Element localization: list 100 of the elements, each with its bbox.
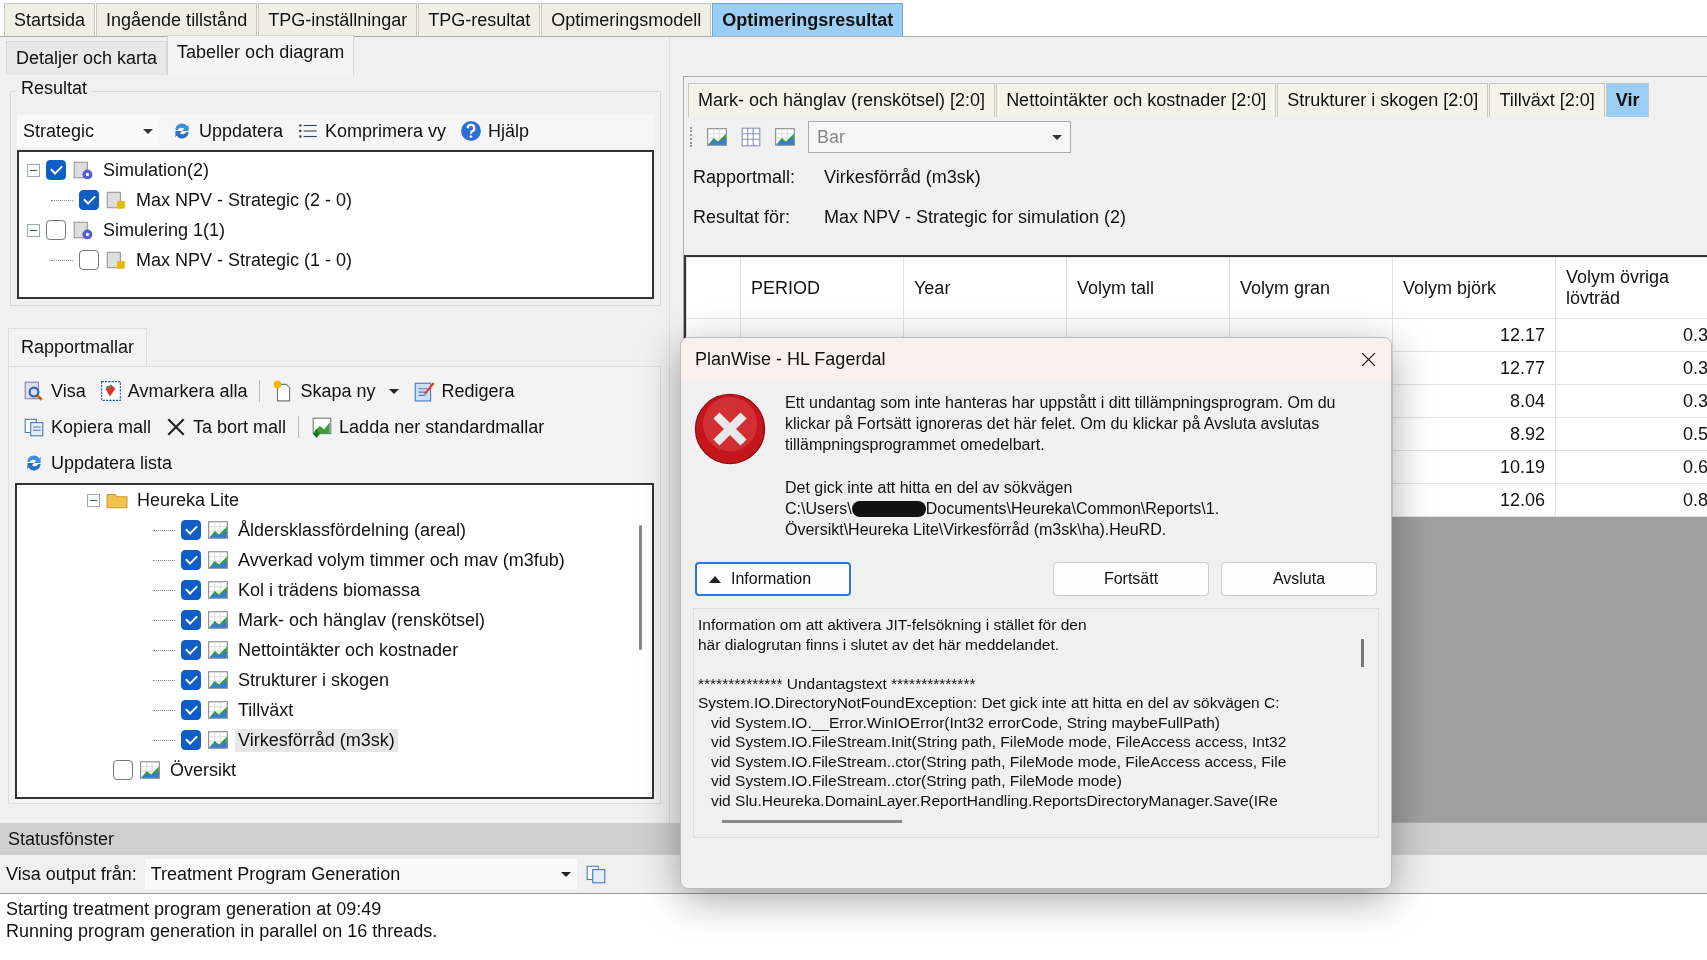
details-button[interactable]: Information	[695, 562, 851, 596]
column-header: Volym tall	[1066, 257, 1230, 319]
toolbar-button[interactable]: Visa	[21, 378, 88, 404]
toolbar-button[interactable]: Redigera	[411, 378, 517, 404]
checkbox[interactable]	[46, 160, 66, 180]
report-tab[interactable]: Strukturer i skogen [2:0]	[1277, 83, 1489, 117]
checkbox[interactable]	[79, 250, 99, 270]
tree-item[interactable]: Simulation(2)	[100, 158, 213, 182]
main-tab[interactable]: TPG-inställningar	[258, 3, 418, 36]
checkbox[interactable]	[181, 670, 201, 690]
main-tab[interactable]: TPG-resultat	[418, 3, 541, 36]
collapse-toggle[interactable]	[27, 163, 40, 177]
main-tab[interactable]: Optimeringsmodell	[541, 3, 712, 36]
main-tab[interactable]: Ingående tillstånd	[96, 3, 258, 36]
toolbar-button[interactable]: Uppdatera lista	[21, 450, 175, 476]
checkbox[interactable]	[181, 730, 201, 750]
chart-icon	[207, 579, 229, 601]
checkbox[interactable]	[181, 700, 201, 720]
scrollbar[interactable]	[639, 525, 642, 650]
chart-icon	[706, 126, 728, 148]
main-tab[interactable]: Startsida	[4, 3, 96, 36]
checkbox[interactable]	[181, 580, 201, 600]
chart-icon	[207, 519, 229, 541]
edit-icon	[413, 380, 436, 402]
toolbar-button[interactable]: Ta bort mall	[163, 414, 289, 440]
close-icon[interactable]	[1360, 350, 1377, 368]
tree-item[interactable]: Åldersklassfördelning (areal)	[235, 518, 470, 542]
checkbox[interactable]	[181, 520, 201, 540]
main-tab[interactable]: Optimeringsresultat	[712, 3, 904, 36]
chart-icon	[774, 126, 796, 148]
tree-item[interactable]: Max NPV - Strategic (1 - 0)	[133, 248, 356, 272]
toolbar-button[interactable]: Ladda ner standardmallar	[309, 414, 547, 440]
info-label: Resultat för:	[693, 206, 792, 228]
tree-item[interactable]: Mark- och hänglav (renskötsel)	[235, 608, 489, 632]
path-text: C:\Users\	[785, 499, 852, 519]
sub-tab[interactable]: Detaljer och karta	[6, 41, 168, 75]
simulation-icon	[72, 219, 94, 241]
copy-icon[interactable]	[584, 863, 607, 885]
dialog-button[interactable]: Avsluta	[1221, 562, 1377, 596]
tree-item[interactable]: Virkesförråd (m3sk)	[235, 728, 398, 752]
dialog-title: PlanWise - HL Fagerdal	[695, 348, 886, 370]
toolbar-button[interactable]: Kopiera mall	[21, 414, 154, 440]
chart-icon	[207, 549, 229, 571]
tree-item[interactable]: Simulering 1(1)	[100, 218, 229, 242]
column-header: Year	[903, 257, 1067, 319]
tree-item[interactable]: Heureka Lite	[134, 488, 243, 512]
tree-item[interactable]: Översikt	[167, 758, 239, 782]
toolbar-button[interactable]: Skapa ny	[270, 378, 402, 404]
unmark-icon	[99, 380, 122, 402]
info-value: Max NPV - Strategic for simulation (2)	[824, 206, 1127, 228]
scrollbar[interactable]	[722, 820, 902, 823]
tree-item[interactable]: Max NPV - Strategic (2 - 0)	[133, 188, 356, 212]
dialog-button[interactable]: Fortsätt	[1053, 562, 1209, 596]
checkbox[interactable]	[181, 550, 201, 570]
tree-item[interactable]: Tillväxt	[235, 698, 297, 722]
report-tab[interactable]: Vir	[1605, 83, 1650, 117]
help-icon	[460, 120, 483, 142]
chart-icon	[207, 669, 229, 691]
toolbar-button[interactable]: Komprimera vy	[295, 118, 449, 144]
toolbar-button[interactable]: Uppdatera	[169, 118, 286, 144]
chart-icon	[207, 639, 229, 661]
toolbar-button[interactable]: Hjälp	[458, 118, 532, 144]
info-value: Virkesförråd (m3sk)	[824, 166, 981, 188]
error-icon	[693, 392, 767, 466]
column-header: Volym björk	[1392, 257, 1556, 319]
report-tab[interactable]: Nettointäkter och kostnader [2:0]	[996, 83, 1277, 117]
checkbox[interactable]	[181, 640, 201, 660]
checkbox[interactable]	[181, 610, 201, 630]
checkbox[interactable]	[79, 190, 99, 210]
templates-tab[interactable]: Rapportmallar	[8, 328, 148, 366]
checkbox[interactable]	[113, 760, 133, 780]
table-cell: 12.17	[1392, 318, 1556, 352]
details-line: System.IO.DirectoryNotFoundException: Det gick inte att hitta en del av sökvägen C:	[698, 693, 1281, 713]
sub-tab[interactable]: Tabeller och diagram	[167, 35, 355, 75]
chart-download-icon	[311, 416, 334, 438]
checkbox[interactable]	[46, 220, 66, 240]
details-line: vid System.IO.__Error.WinIOError(Int32 errorCode, String maybeFullPath)	[709, 712, 1221, 732]
tree-item[interactable]: Kol i trädens biomassa	[235, 578, 424, 602]
details-line: vid System.IO.FileStream..ctor(String path, FileMode mode, FileAccess access, File	[709, 751, 1288, 771]
table-icon	[740, 126, 762, 148]
view-dropdown[interactable]: Strategic	[17, 116, 159, 146]
scrollbar[interactable]	[1361, 639, 1364, 667]
column-header: Volym gran	[1229, 257, 1393, 319]
report-tab[interactable]: Mark- och hänglav (renskötsel) [2:0]	[688, 83, 996, 117]
collapse-toggle[interactable]	[87, 493, 100, 507]
details-line: vid Slu.Heureka.DomainLayer.ReportHandling.ReportsDirectoryManager.Save(IRe	[709, 790, 1279, 810]
output-dropdown[interactable]: Treatment Program Generation	[144, 859, 577, 889]
tree-item[interactable]: Strukturer i skogen	[235, 668, 393, 692]
chart-icon	[139, 759, 161, 781]
details-line: Information om att aktivera JIT-felsökning i stället för den	[698, 615, 1088, 635]
output-label: Visa output från:	[6, 863, 137, 885]
tree-item[interactable]: Avverkad volym timmer och mav (m3fub)	[235, 548, 568, 572]
tree-item[interactable]: Nettointäkter och kostnader	[235, 638, 462, 662]
collapse-toggle[interactable]	[27, 223, 40, 237]
folder-lock-icon	[105, 189, 127, 211]
column-header: PERIOD	[740, 257, 904, 319]
report-tab[interactable]: Tillväxt [2:0]	[1489, 83, 1605, 117]
toolbar-button[interactable]: Avmarkera alla	[97, 378, 250, 404]
info-label: Rapportmall:	[693, 166, 797, 188]
chart-icon	[207, 699, 229, 721]
